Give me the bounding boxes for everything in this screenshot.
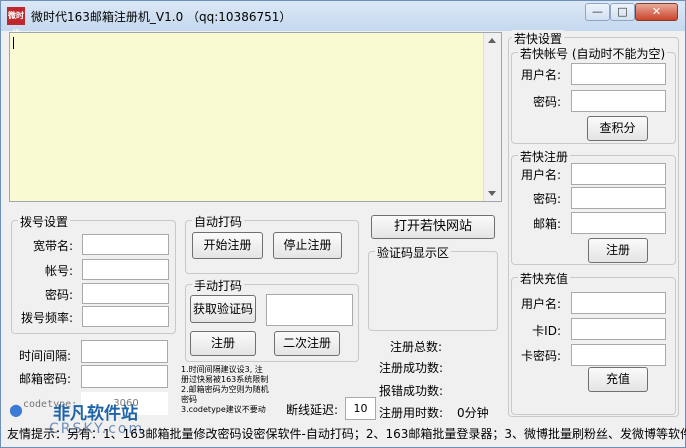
register-username-input[interactable] [571,163,666,185]
ruokuai-recharge-label: 若快充值 [518,270,571,287]
manual-register-button[interactable]: 注册 [190,331,256,356]
log-textarea[interactable] [9,32,502,202]
minimize-button[interactable]: — [585,3,610,21]
note-line: 密码 [181,395,197,404]
start-register-button[interactable]: 开始注册 [192,232,263,259]
note-line: 2.邮箱密码为空则为随机 [181,385,269,394]
minimize-icon: — [592,5,603,18]
email-password-input[interactable] [81,365,168,388]
dial-settings-label: 拨号设置 [18,213,71,230]
account-password-input[interactable] [571,90,666,112]
account-label: 帐号: [44,264,73,278]
broadband-input[interactable] [82,234,169,255]
password-label: 密码: [44,288,73,302]
register-email-label: 邮箱: [532,217,561,231]
captcha-display-label: 验证码显示区 [375,244,452,261]
register-username-label: 用户名: [520,168,561,182]
password-input[interactable] [82,283,169,304]
status-bar: 友情提示：另有：1、163邮箱批量修改密码设密保软件-自动打码；2、163邮箱批… [7,427,686,441]
main-window: 微时代 微时代163邮箱注册机_V1.0 （qq:10386751） — □ ✕… [0,0,686,448]
maximize-button[interactable]: □ [610,3,635,21]
app-icon: 微时代 [7,7,25,38]
recharge-button[interactable]: 充值 [588,367,648,392]
scroll-up-icon[interactable] [488,38,496,43]
register-email-input[interactable] [571,212,666,234]
close-icon: ✕ [651,5,662,18]
auto-code-label: 自动打码 [192,213,245,230]
text-caret [13,37,14,49]
account-username-label: 用户名: [520,68,561,82]
frequency-label: 拨号频率: [20,311,73,325]
window-title: 微时代163邮箱注册机_V1.0 （qq:10386751） [31,10,292,24]
second-register-button[interactable]: 二次注册 [274,331,340,356]
account-input[interactable] [82,259,169,280]
maximize-icon: □ [617,5,628,18]
note-line: 3.codetype建议不要动 [181,405,266,414]
elapsed-time-label: 注册用时数: [379,406,444,420]
captcha-display-group: 验证码显示区 [368,244,498,331]
error-count-label: 报错成功数: [379,384,444,398]
success-count-label: 注册成功数: [379,361,444,375]
code-input[interactable] [266,294,353,326]
scroll-down-icon[interactable] [488,191,496,196]
manual-code-label: 手动打码 [192,277,245,294]
recharge-username-input[interactable] [571,292,666,314]
log-scrollbar[interactable] [483,33,501,201]
card-id-input[interactable] [571,318,666,340]
account-username-input[interactable] [571,63,666,85]
open-ruokuai-site-button[interactable]: 打开若快网站 [371,215,495,239]
check-points-button[interactable]: 查积分 [587,116,648,141]
note-line: 册过快易被163系统限制 [181,375,269,384]
disconnect-delay-label: 断线延迟: [286,403,339,417]
ruokuai-account-label: 若快帐号 (自动时不能为空) [518,45,668,62]
register-password-label: 密码: [532,192,561,206]
get-code-button[interactable]: 获取验证码 [190,295,256,323]
close-button[interactable]: ✕ [635,3,678,21]
recharge-username-label: 用户名: [520,297,561,311]
frequency-input[interactable] [82,306,169,327]
account-password-label: 密码: [532,95,561,109]
card-id-label: 卡ID: [532,324,561,338]
note-line: 1.时间间隔建议设3, 注 [181,365,263,374]
broadband-label: 宽带名: [32,239,73,253]
total-count-label: 注册总数: [390,340,443,354]
stop-register-button[interactable]: 停止注册 [273,232,342,259]
interval-input[interactable] [81,340,168,363]
interval-label: 时间间隔: [19,349,72,363]
ruokuai-register-button[interactable]: 注册 [588,238,648,263]
elapsed-time-value: 0分钟 [457,406,489,420]
ruokuai-register-label: 若快注册 [518,148,571,165]
register-password-input[interactable] [571,187,666,209]
disconnect-delay-input[interactable]: 10 [345,397,376,420]
email-password-label: 邮箱密码: [19,372,72,386]
title-bar: 微时代 微时代163邮箱注册机_V1.0 （qq:10386751） — □ ✕ [1,1,685,38]
card-password-label: 卡密码: [520,349,561,363]
card-password-input[interactable] [571,344,666,366]
